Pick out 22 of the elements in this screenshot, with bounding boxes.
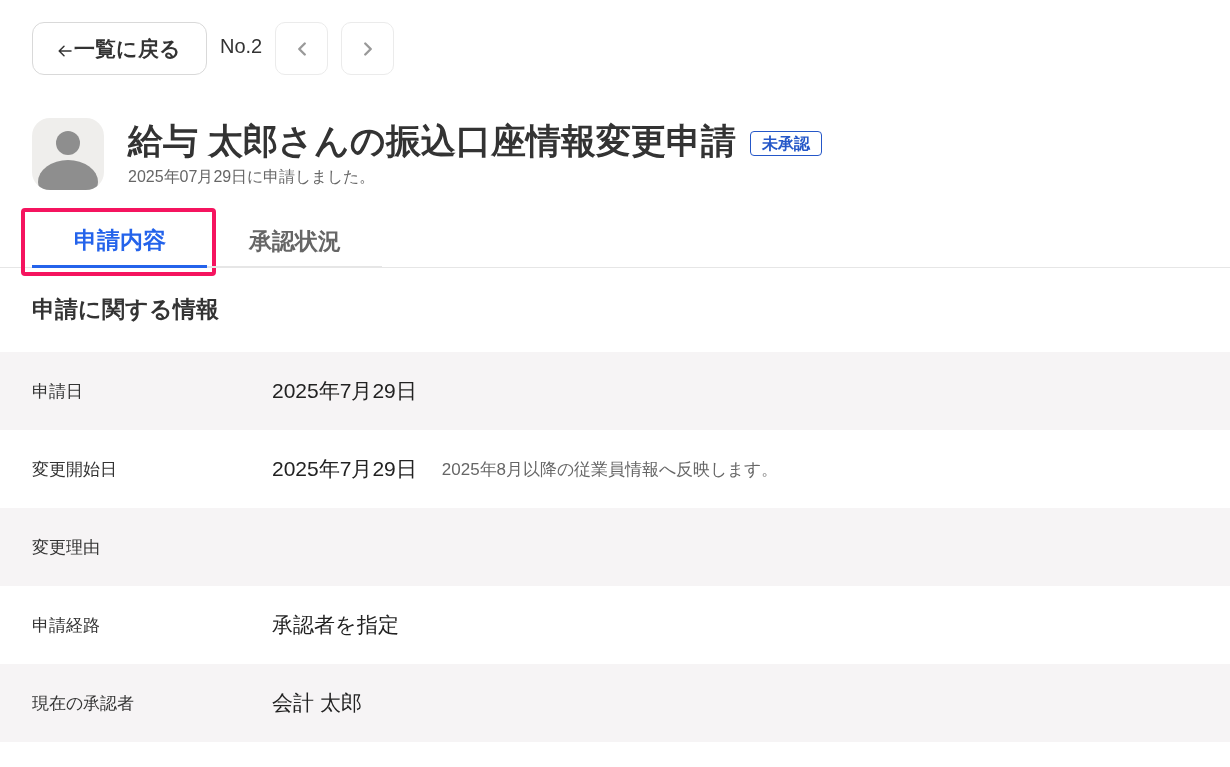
record-number: No.2 bbox=[220, 35, 263, 58]
row-label: 変更理由 bbox=[32, 536, 101, 559]
back-button[interactable]: 一覧に戻る bbox=[32, 22, 207, 75]
row-label: 現在の承認者 bbox=[32, 692, 135, 715]
row-label: 変更開始日 bbox=[32, 458, 118, 481]
row-value: 2025年7月29日 bbox=[272, 378, 417, 404]
page-title: 給与 太郎さんの振込口座情報変更申請 bbox=[128, 120, 736, 162]
tab[interactable]: 承認状況 bbox=[207, 216, 382, 268]
section-heading: 申請に関する情報 bbox=[31, 295, 220, 324]
row-label: 申請日 bbox=[32, 380, 84, 403]
avatar-icon bbox=[32, 118, 104, 190]
status-badge: 未承認 bbox=[749, 130, 822, 156]
row-note: 2025年8月以降の従業員情報へ反映します。 bbox=[441, 458, 779, 481]
tab[interactable]: 申請内容 bbox=[32, 216, 207, 268]
next-button[interactable] bbox=[341, 22, 395, 75]
row-value: 会計 太郎 bbox=[272, 690, 362, 716]
arrow-left-icon bbox=[58, 44, 72, 57]
row-value: 2025年7月29日 bbox=[272, 456, 417, 482]
row-value: 承認者を指定 bbox=[272, 612, 399, 638]
previous-button[interactable] bbox=[275, 22, 329, 75]
row-label: 申請経路 bbox=[32, 614, 101, 637]
submitted-date-text: 2025年07月29日に申請しました。 bbox=[128, 167, 377, 187]
